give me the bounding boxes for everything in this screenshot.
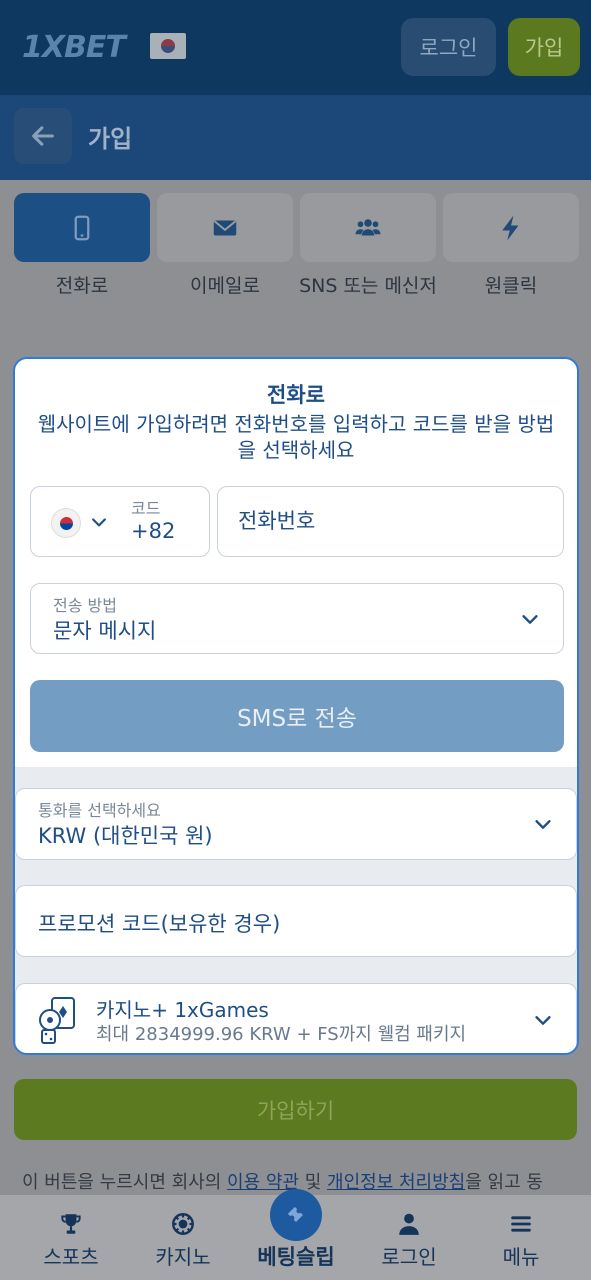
arrow-left-icon — [32, 126, 54, 146]
tab-label-phone: 전화로 — [55, 275, 109, 297]
country-code-select[interactable]: 코드 +82 — [30, 486, 210, 557]
promo-code-field[interactable]: 프로모션 코드(보유한 경우) — [15, 885, 577, 957]
nav-label-casino: 카지노 — [155, 1245, 211, 1269]
nav-menu[interactable]: 메뉴 — [462, 1195, 580, 1280]
korea-flag-icon[interactable] — [150, 33, 186, 59]
tab-sns[interactable] — [300, 193, 436, 262]
top-header: 1XBET 로그인 가입 — [0, 0, 591, 95]
nav-label-sports: 스포츠 — [43, 1245, 99, 1269]
send-sms-button[interactable]: SMS로 전송 — [30, 680, 564, 752]
chevron-down-icon — [522, 615, 538, 624]
privacy-policy-link[interactable]: 개인정보 처리방침 — [327, 1172, 465, 1193]
login-button[interactable]: 로그인 — [401, 18, 496, 76]
nav-sports[interactable]: 스포츠 — [12, 1195, 130, 1280]
casino-chip-icon — [172, 1213, 194, 1235]
phone-number-input[interactable] — [238, 509, 538, 533]
nav-login[interactable]: 로그인 — [350, 1195, 468, 1280]
tab-label-sns: SNS 또는 메신저 — [299, 275, 437, 297]
phone-icon — [74, 215, 90, 240]
signup-button[interactable]: 가입 — [508, 18, 580, 76]
promo-code-placeholder: 프로모션 코드(보유한 경우) — [38, 912, 281, 936]
method-label: 전송 방법 — [53, 596, 117, 615]
page-subheader: 가입 — [0, 95, 591, 180]
nav-betslip[interactable] — [270, 1189, 322, 1241]
tab-phone[interactable] — [14, 193, 150, 262]
code-label: 코드 — [131, 499, 161, 518]
chevron-down-icon — [535, 1016, 551, 1025]
tab-label-email: 이메일로 — [190, 275, 260, 297]
user-icon — [399, 1213, 419, 1235]
terms-suffix: 을 읽고 동 — [465, 1172, 543, 1193]
tab-one-click[interactable] — [443, 193, 579, 262]
chevron-down-icon — [535, 820, 551, 829]
bonus-select[interactable]: 카지노+ 1xGames 최대 2834999.96 KRW + FS까지 웰컴… — [15, 983, 577, 1053]
phone-number-field[interactable] — [217, 486, 564, 557]
nav-label-menu: 메뉴 — [502, 1245, 540, 1269]
phone-signup-modal: 전화로 웹사이트에 가입하려면 전화번호를 입력하고 코드를 받을 방법을 선택… — [13, 357, 579, 1055]
users-icon — [355, 218, 381, 235]
currency-select[interactable]: 통화를 선택하세요 KRW (대한민국 원) — [15, 788, 577, 860]
page-title: 가입 — [88, 125, 133, 153]
nav-casino[interactable]: 카지노 — [124, 1195, 242, 1280]
lightning-icon — [502, 215, 519, 240]
currency-label: 통화를 선택하세요 — [38, 801, 161, 820]
delivery-method-select[interactable]: 전송 방법 문자 메시지 — [30, 583, 564, 654]
trophy-icon — [61, 1214, 81, 1234]
nav-label-login: 로그인 — [381, 1245, 437, 1269]
bottom-navigation: 스포츠 카지노 베팅슬립 로그인 메뉴 — [0, 1189, 591, 1280]
method-value: 문자 메시지 — [53, 619, 157, 643]
modal-description: 웹사이트에 가입하려면 전화번호를 입력하고 코드를 받을 방법을 선택하세요 — [37, 412, 555, 462]
hamburger-icon — [511, 1216, 531, 1232]
tab-email[interactable] — [157, 193, 293, 262]
register-button[interactable]: 가입하기 — [14, 1079, 577, 1140]
back-button[interactable] — [14, 108, 72, 164]
ticket-icon — [287, 1206, 303, 1222]
nav-label-betslip: 베팅슬립 — [257, 1245, 335, 1269]
chevron-down-icon — [92, 518, 106, 527]
modal-main-panel: 전화로 웹사이트에 가입하려면 전화번호를 입력하고 코드를 받을 방법을 선택… — [15, 359, 577, 767]
code-value: +82 — [131, 519, 176, 543]
bonus-title: 카지노+ 1xGames — [96, 998, 269, 1022]
brand-logo[interactable]: 1XBET — [22, 30, 126, 65]
terms-prefix: 이 버튼을 누르시면 회사의 — [22, 1172, 228, 1193]
korea-flag-icon — [51, 508, 81, 538]
tab-label-one-click: 원클릭 — [484, 275, 538, 297]
currency-value: KRW (대한민국 원) — [38, 824, 213, 848]
modal-title: 전화로 — [267, 383, 325, 407]
bonus-subtitle: 최대 2834999.96 KRW + FS까지 웰컴 패키지 — [96, 1024, 467, 1045]
dice-cards-icon — [39, 997, 75, 1044]
envelope-icon — [213, 219, 237, 235]
